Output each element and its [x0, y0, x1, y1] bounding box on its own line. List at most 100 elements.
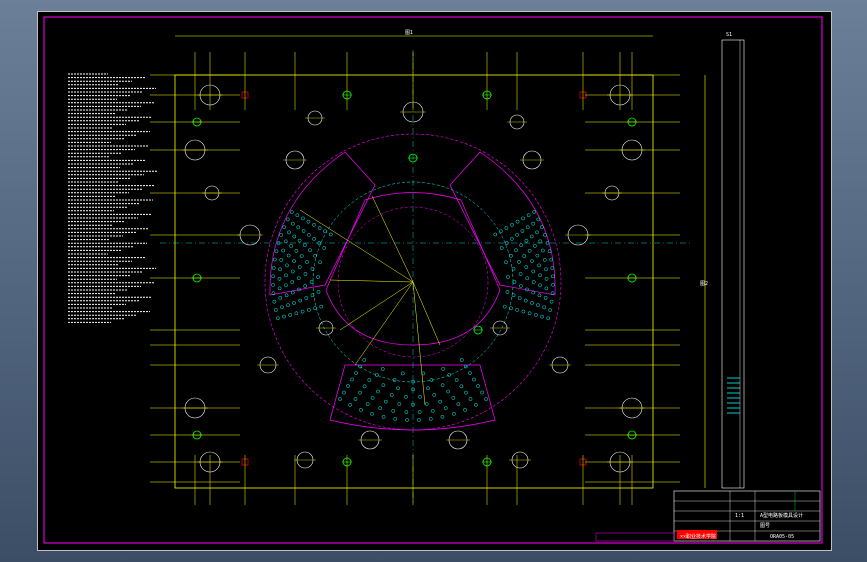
pin-hole — [532, 210, 537, 214]
pin-hole — [517, 296, 522, 300]
side-dimension-text: 图2 — [700, 281, 708, 287]
pin-hole — [533, 313, 538, 317]
pin-hole — [289, 210, 294, 214]
pin-hole — [287, 230, 291, 235]
pin-hole — [543, 296, 548, 300]
pin-hole — [277, 286, 282, 291]
pin-hole — [504, 226, 509, 230]
title-block-name-1: A型电路板模具设计 — [760, 512, 803, 519]
pin-hole — [350, 377, 354, 382]
pin-hole — [295, 213, 300, 218]
pin-hole — [359, 407, 363, 412]
pin-hole — [279, 257, 284, 262]
pin-hole — [538, 283, 542, 288]
pin-hole — [316, 290, 321, 294]
pin-hole — [484, 397, 488, 401]
pin-hole — [303, 272, 308, 276]
pin-hole — [550, 266, 555, 270]
pin-hole — [514, 248, 518, 253]
pin-hole — [381, 414, 386, 419]
pin-hole — [472, 377, 476, 382]
pin-hole — [328, 232, 333, 237]
pin-hole — [277, 276, 282, 281]
title-block-name-2: 图号 — [760, 523, 770, 529]
pin-hole — [294, 248, 299, 253]
pin-hole — [509, 306, 513, 311]
radial-line — [412, 281, 441, 346]
pin-hole — [505, 290, 510, 294]
pin-hole — [354, 371, 358, 375]
pin-hole — [298, 298, 303, 303]
pin-hole — [275, 316, 280, 321]
pin-hole — [530, 259, 534, 263]
pin-hole — [440, 414, 445, 419]
pin-hole — [456, 402, 461, 407]
pin-hole — [459, 358, 464, 362]
pin-hole — [284, 293, 289, 298]
pin-hole — [546, 316, 551, 321]
pin-hole — [378, 406, 383, 411]
pin-hole — [529, 234, 534, 239]
dimension-callouts — [150, 52, 680, 505]
pin-hole — [292, 234, 297, 239]
pin-hole — [391, 408, 396, 413]
pin-hole — [376, 389, 380, 394]
pin-hole — [284, 283, 288, 288]
pin-hole — [306, 308, 311, 312]
pin-hole — [316, 275, 320, 279]
pin-hole — [342, 390, 346, 395]
pin-hole — [367, 378, 372, 382]
pin-hole — [313, 306, 317, 311]
pin-hole — [397, 402, 402, 406]
pin-hole — [383, 399, 388, 404]
pin-hole — [511, 293, 516, 298]
pin-hole — [317, 226, 322, 230]
pin-hole — [417, 410, 422, 415]
pin-hole — [531, 280, 536, 284]
pin-hole — [476, 384, 480, 388]
pin-hole — [527, 311, 532, 316]
pin-hole — [296, 225, 301, 230]
pin-hole — [473, 403, 478, 407]
pin-hole — [380, 367, 385, 371]
pin-hole — [536, 303, 540, 308]
pin-hole — [308, 248, 312, 253]
pin-hole — [284, 273, 288, 278]
pin-hole — [544, 286, 549, 291]
pin-hole — [536, 217, 541, 222]
pin-hole — [309, 280, 314, 284]
pin-hole — [459, 384, 464, 389]
pin-hole — [306, 219, 311, 224]
pin-hole — [515, 219, 520, 224]
pin-hole — [313, 253, 317, 258]
pin-hole — [393, 417, 398, 421]
pin-hole — [443, 406, 448, 411]
pin-hole — [370, 395, 375, 400]
pin-hole — [537, 263, 541, 268]
pin-hole — [498, 229, 503, 234]
pin-hole — [551, 282, 555, 287]
sector-right — [449, 151, 556, 296]
pin-hole — [274, 249, 279, 254]
pin-hole — [301, 229, 306, 233]
pin-hole — [405, 418, 409, 422]
plate-outline — [174, 74, 654, 489]
pin-hole — [432, 393, 437, 397]
pin-hole — [297, 238, 302, 243]
pin-hole — [305, 260, 309, 264]
pin-hole — [515, 232, 519, 237]
pin-hole — [542, 305, 547, 310]
section-hatch — [727, 40, 741, 488]
pin-hole — [525, 225, 530, 230]
pin-hole — [540, 314, 544, 319]
pin-hole — [548, 308, 553, 312]
pin-hole — [288, 313, 293, 317]
guide-holes — [182, 84, 645, 473]
cad-drawing-canvas[interactable]: 图1 图2 S1 A型电路板模具设计 图号 1:1 ORA05-05 ××职业技… — [0, 0, 867, 562]
pin-hole — [446, 389, 450, 394]
pin-hole — [463, 407, 467, 412]
title-block-scale: 1:1 — [735, 513, 744, 519]
pin-hole — [279, 305, 284, 310]
pin-hole — [537, 293, 542, 298]
section-view-label: S1 — [726, 32, 732, 38]
